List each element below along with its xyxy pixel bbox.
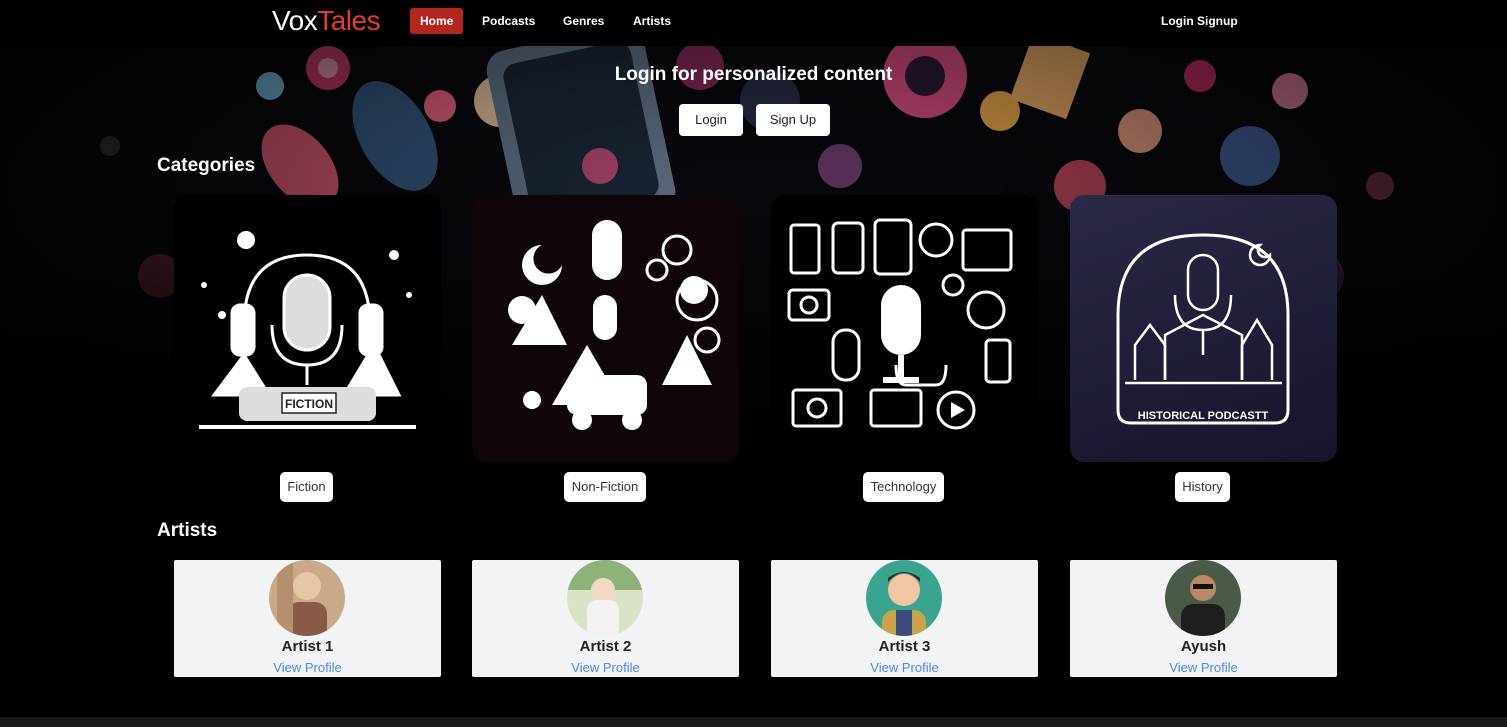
brand-logo[interactable]: VoxTales [272,5,381,37]
view-profile-link[interactable]: View Profile [771,660,1038,675]
avatar [1165,560,1241,636]
category-label-history[interactable]: History [1175,472,1230,502]
category-label-fiction[interactable]: Fiction [280,472,333,502]
category-card-history[interactable]: HISTORICAL PODCASTT [1070,195,1337,462]
nav-login-link[interactable]: Login [1161,14,1194,28]
artist-name: Artist 2 [579,638,632,655]
technology-podcast-art [787,218,1013,430]
artist-card[interactable]: Artist 1 View Profile [174,560,441,677]
artist-card[interactable]: Artist 3 View Profile [771,560,1038,677]
avatar [269,560,345,636]
category-card-fiction[interactable]: FICTION [174,195,441,462]
category-label-non-fiction[interactable]: Non-Fiction [564,472,646,502]
view-profile-link[interactable]: View Profile [472,660,739,675]
brand-part-1: Vox [272,5,318,36]
nav-signup-link[interactable]: Signup [1197,14,1238,28]
view-profile-link[interactable]: View Profile [1070,660,1337,675]
nav-podcasts[interactable]: Podcasts [472,8,545,34]
artist-name: Ayush [1180,638,1227,655]
artist-name: Artist 3 [878,638,931,655]
artist-name: Artist 1 [281,638,334,655]
category-card-technology[interactable] [771,195,1038,462]
nav-home[interactable]: Home [410,8,464,34]
artist-card[interactable]: Artist 2 View Profile [472,560,739,677]
fiction-art-text: FICTION [285,397,333,411]
hero-title: Login for personalized content [614,64,893,85]
artists-heading: Artists [157,520,218,541]
history-art-text: HISTORICAL PODCASTT [1138,410,1269,422]
brand-part-2: Tales [317,5,381,36]
category-card-non-fiction[interactable] [472,195,739,462]
hero-login-button[interactable]: Login [679,104,743,136]
non-fiction-podcast-art [508,220,721,430]
navbar: VoxTales Home Podcasts Genres Artists Lo… [0,0,1507,46]
fiction-podcast-art: FICTION [199,231,416,429]
history-podcast-art: HISTORICAL PODCASTT [1116,233,1290,425]
bottom-bar [0,717,1507,727]
nav-genres[interactable]: Genres [553,8,614,34]
hero-signup-button[interactable]: Sign Up [756,104,830,136]
categories-heading: Categories [157,155,256,176]
artist-card[interactable]: Ayush View Profile [1070,560,1337,677]
avatar [567,560,643,636]
avatar [866,560,942,636]
category-label-technology[interactable]: Technology [863,472,944,502]
nav-artists[interactable]: Artists [623,8,681,34]
view-profile-link[interactable]: View Profile [174,660,441,675]
